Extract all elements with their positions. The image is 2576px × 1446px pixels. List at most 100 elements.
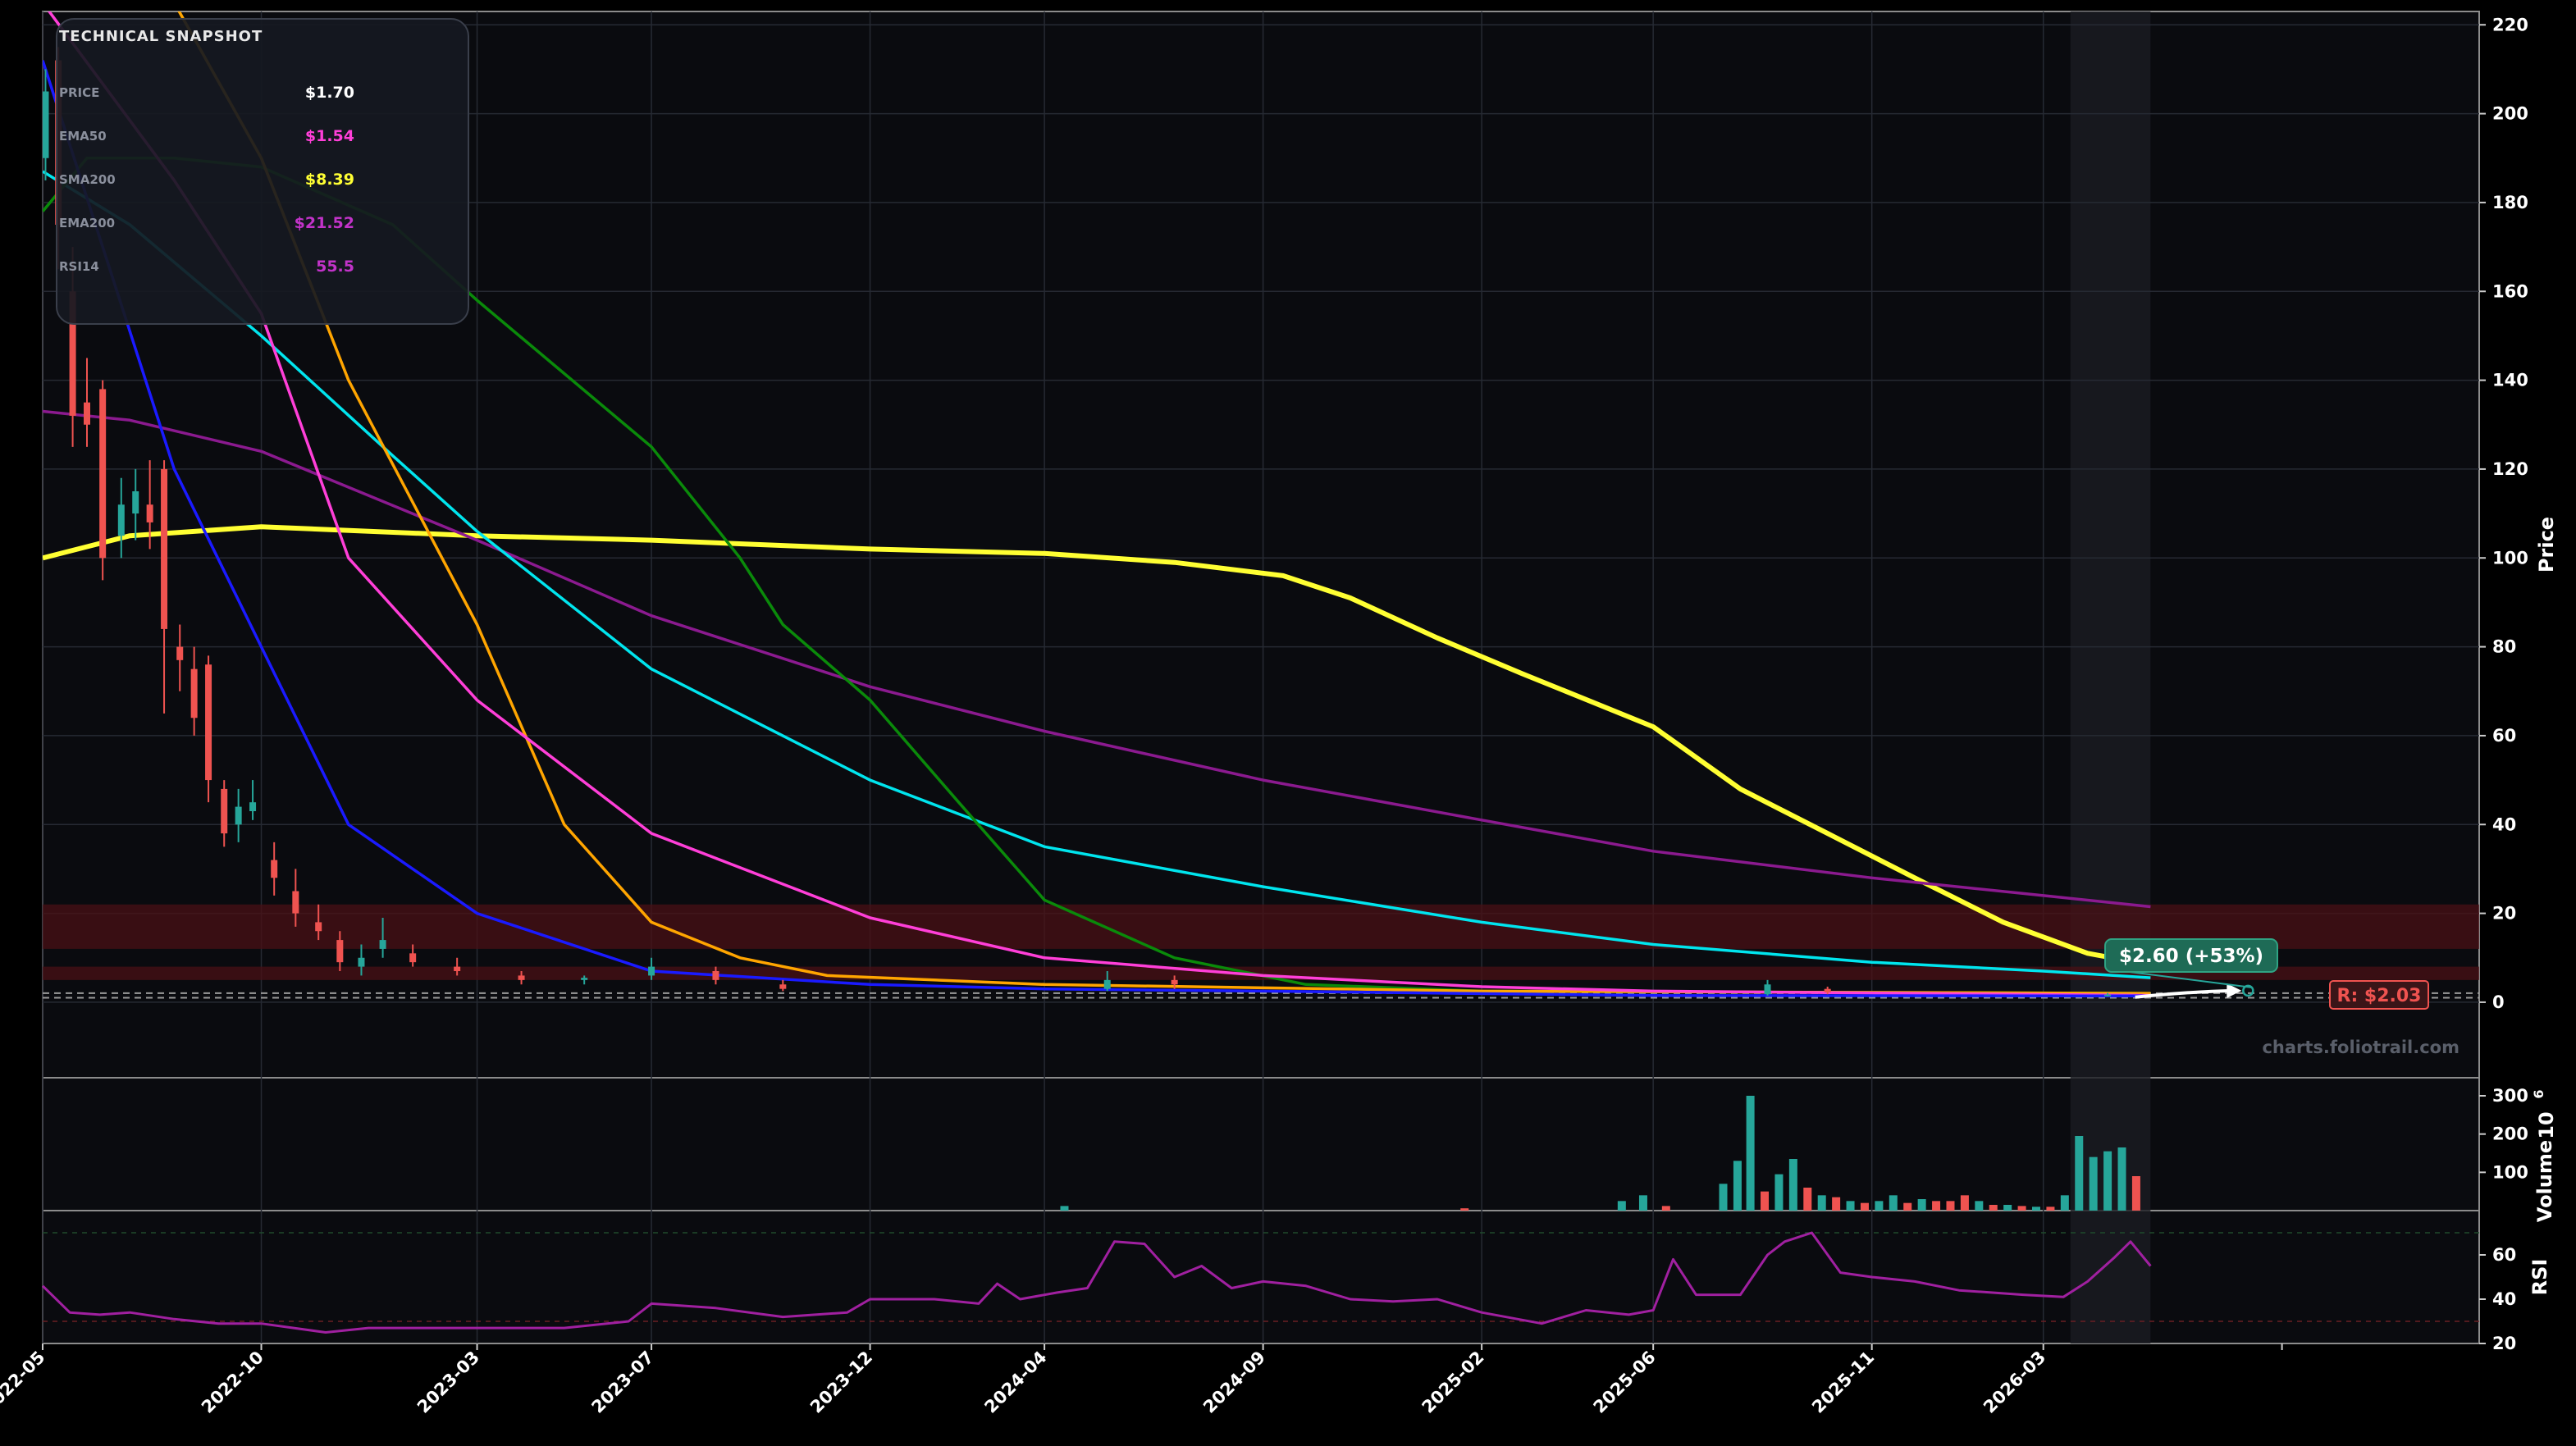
- volume-bar: [1774, 1174, 1784, 1211]
- volume-bar: [1932, 1201, 1941, 1211]
- snapshot-label: SMA200: [59, 172, 116, 187]
- volume-bar: [1719, 1184, 1728, 1211]
- snapshot-row-price: PRICE $1.70: [59, 84, 354, 105]
- candle-body: [581, 978, 588, 980]
- candle-body: [132, 491, 139, 514]
- volume-bar: [1832, 1197, 1841, 1211]
- volume-bar: [1661, 1206, 1670, 1211]
- volume-bar: [2117, 1147, 2126, 1211]
- volume-bar: [1617, 1201, 1626, 1211]
- volume-bar: [1875, 1201, 1884, 1211]
- volume-bar: [2131, 1176, 2140, 1211]
- vol-tick-label: 300: [2492, 1086, 2528, 1106]
- volume-bar: [2060, 1195, 2069, 1211]
- candle-body: [176, 646, 184, 660]
- candle-body: [2104, 994, 2112, 997]
- rsi-tick-label: 20: [2492, 1334, 2516, 1353]
- candle-body: [84, 402, 90, 425]
- y-tick-label: 180: [2492, 193, 2528, 212]
- candle-body: [292, 891, 299, 914]
- candle-body: [146, 504, 153, 522]
- volume-axis-title: Volume: [2533, 1140, 2556, 1222]
- volume-bar: [1803, 1188, 1812, 1211]
- snapshot-row-ema50: EMA50 $1.54: [59, 127, 354, 148]
- snapshot-row-rsi14: RSI14 55.5: [59, 258, 354, 279]
- volume-bar: [1846, 1201, 1855, 1211]
- candle-body: [1103, 979, 1111, 989]
- candle-body: [1824, 988, 1831, 992]
- snapshot-label: PRICE: [59, 85, 100, 100]
- candle-body: [221, 788, 228, 834]
- candle-body: [1764, 984, 1771, 995]
- y-tick-label: 20: [2492, 904, 2516, 924]
- candle-body: [648, 966, 655, 976]
- volume-bar: [1746, 1096, 1755, 1211]
- volume-bar: [2032, 1207, 2040, 1211]
- volume-bar: [1960, 1195, 1969, 1211]
- snapshot-value: 55.5: [316, 258, 354, 276]
- volume-bar: [1860, 1202, 1869, 1211]
- y-tick-label: 40: [2492, 814, 2516, 834]
- price-axis-title: Price: [2535, 517, 2558, 572]
- snapshot-row-sma200: SMA200 $8.39: [59, 171, 354, 192]
- rsi-axis-title: RSI: [2528, 1259, 2551, 1296]
- candle-body: [315, 922, 322, 932]
- volume-bar: [2046, 1207, 2055, 1211]
- candle-body: [99, 389, 107, 559]
- resistance-badge-label: R: $2.03: [2337, 986, 2422, 1006]
- volume-bar: [1989, 1205, 1998, 1211]
- vol-tick-label: 100: [2492, 1162, 2528, 1182]
- volume-bar: [2017, 1206, 2026, 1211]
- y-tick-label: 100: [2492, 548, 2528, 568]
- y-tick-label: 80: [2492, 637, 2516, 657]
- volume-bar: [1903, 1202, 1912, 1211]
- candle-body: [454, 966, 461, 971]
- volume-bar: [1788, 1159, 1797, 1211]
- candle-body: [235, 806, 242, 825]
- volume-bar: [1946, 1201, 1955, 1211]
- volume-bar: [1817, 1195, 1826, 1211]
- snapshot-row-ema200: EMA200 $21.52: [59, 214, 354, 235]
- volume-bar: [1638, 1195, 1647, 1211]
- volume-bar: [1060, 1206, 1069, 1211]
- rsi-tick-label: 40: [2492, 1289, 2516, 1309]
- y-tick-label: 120: [2492, 459, 2528, 479]
- candle-body: [190, 668, 198, 718]
- candle-body: [379, 940, 386, 949]
- y-tick-label: 160: [2492, 281, 2528, 301]
- snapshot-title: TECHNICAL SNAPSHOT: [59, 28, 263, 45]
- target-badge-label: $2.60 (+53%): [2119, 946, 2263, 967]
- candle-body: [518, 975, 525, 980]
- candle-body: [205, 664, 212, 781]
- candle-body: [712, 971, 719, 980]
- volume-bar: [2075, 1136, 2084, 1211]
- candle-body: [43, 91, 49, 158]
- candle-body: [117, 504, 125, 536]
- snapshot-label: EMA50: [59, 129, 107, 144]
- snapshot-label: EMA200: [59, 216, 116, 230]
- snapshot-value: $8.39: [304, 171, 354, 189]
- vol-tick-label: 200: [2492, 1124, 2528, 1144]
- watermark: charts.foliotrail.com: [2262, 1038, 2460, 1057]
- candle-body: [249, 802, 257, 811]
- chart-root: $2.60 (+53%) R: $2.03 2022-05 2022-10 2023-…: [0, 0, 2576, 1443]
- candle-body: [271, 860, 278, 878]
- snapshot-value: $1.70: [304, 84, 354, 102]
- snapshot-value: $1.54: [304, 127, 354, 145]
- candle-body: [409, 953, 417, 963]
- snapshot-value: $21.52: [294, 214, 354, 232]
- candle-body: [1171, 979, 1178, 985]
- volume-bar: [1917, 1199, 1926, 1211]
- volume-bar: [2089, 1156, 2098, 1211]
- volume-exponent-base: 10: [2535, 1111, 2558, 1138]
- candle-body: [161, 468, 168, 629]
- volume-bar: [2003, 1205, 2012, 1211]
- rsi-tick-label: 60: [2492, 1245, 2516, 1265]
- candle-body: [779, 984, 787, 989]
- volume-bar: [1460, 1208, 1469, 1211]
- y-tick-label: 200: [2492, 104, 2528, 124]
- volume-bar: [1761, 1191, 1770, 1211]
- snapshot-label: RSI14: [59, 259, 99, 274]
- y-tick-label: 220: [2492, 15, 2528, 34]
- candle-body: [358, 957, 365, 967]
